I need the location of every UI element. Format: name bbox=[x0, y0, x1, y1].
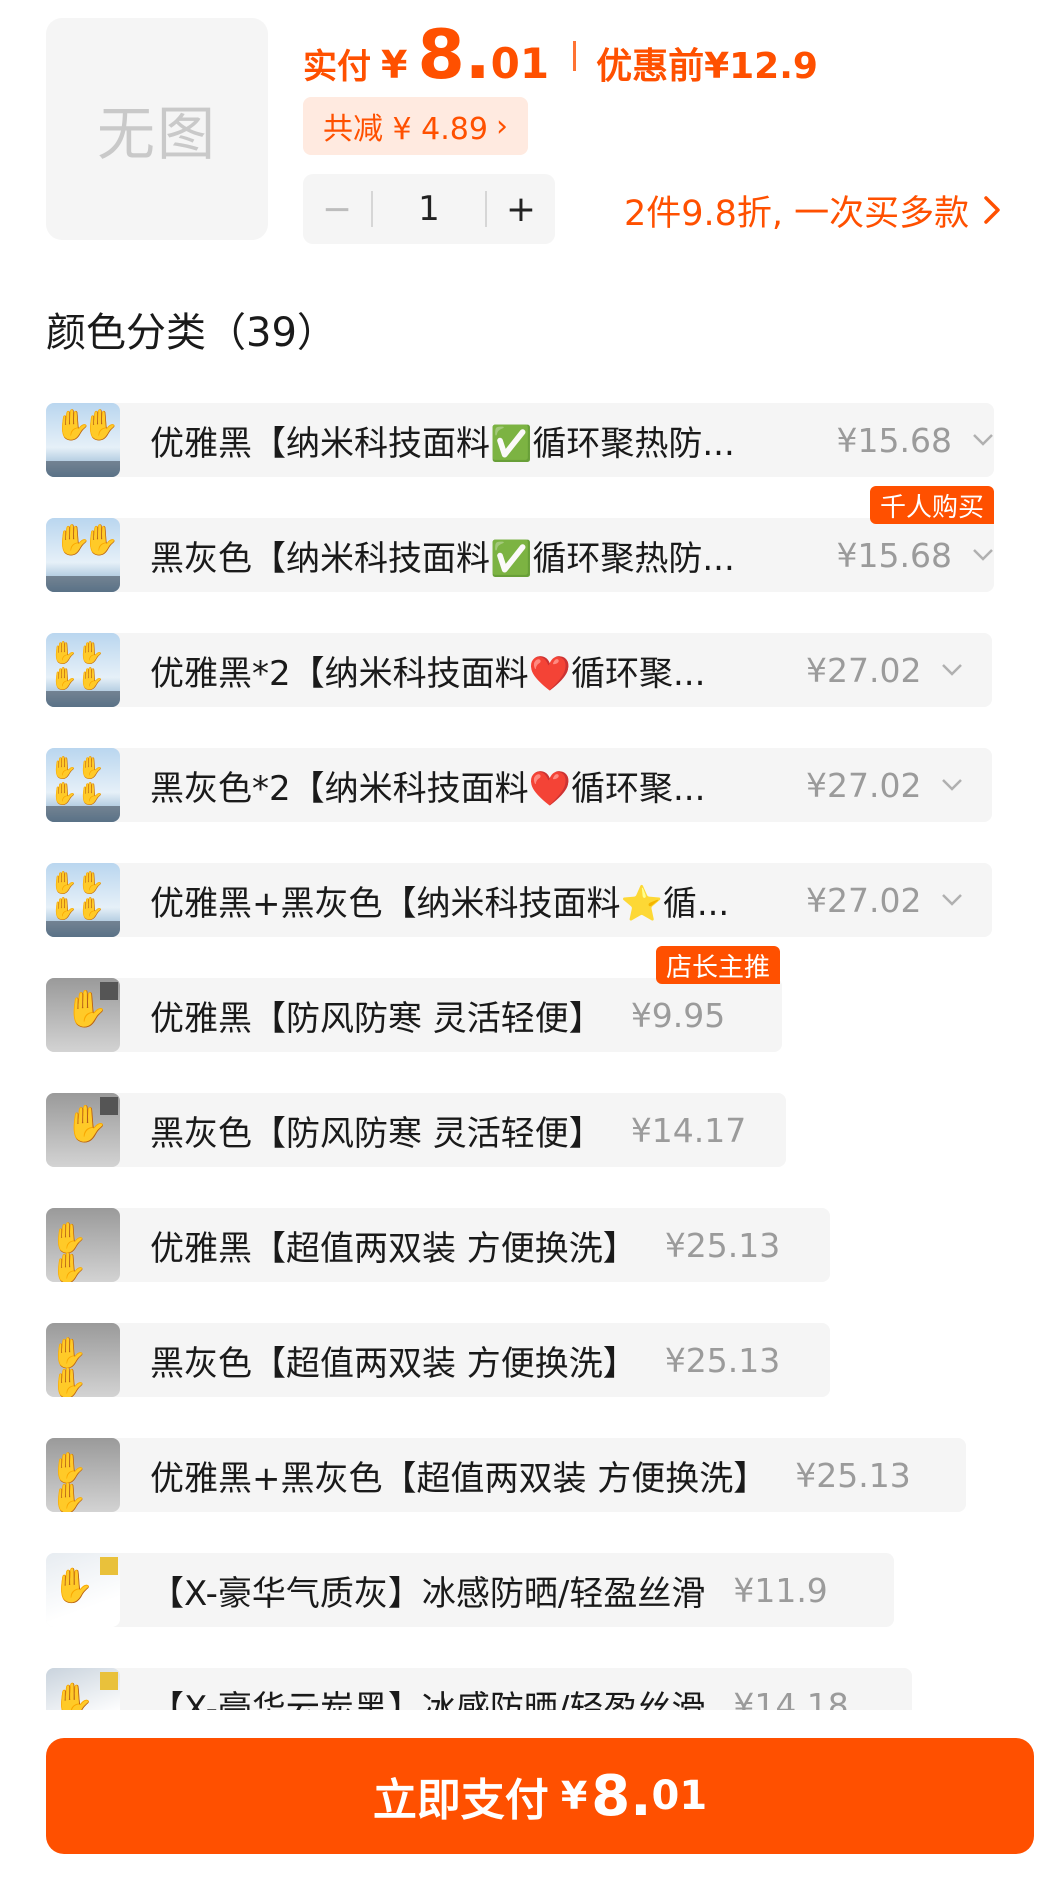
currency-symbol: ¥ bbox=[560, 1774, 588, 1818]
sku-label: 优雅黑+黑灰色【超值两双装 方便换洗】 bbox=[150, 1458, 768, 1499]
sku-thumbnail: ✋ bbox=[46, 1668, 120, 1710]
sku-price: ¥25.13 bbox=[664, 1340, 781, 1380]
sku-thumbnail: ✋✋ bbox=[46, 403, 120, 477]
sku-option[interactable]: ✋ 黑灰色【防风防寒 灵活轻便】 ¥14.17 bbox=[46, 1093, 786, 1167]
pay-amount-decimal: 01 bbox=[651, 1773, 708, 1819]
sku-option-list[interactable]: ✋ ✋ 优雅黑【纳米科技面料✅循环聚热防... ¥15.68 千人购买 ✋ ✋ 黑灰… bbox=[0, 0, 1056, 1710]
sku-label: 优雅黑【纳米科技面料✅循环聚热防... bbox=[150, 423, 735, 464]
sku-label: 黑灰色【纳米科技面料✅循环聚热防... bbox=[150, 538, 735, 579]
sku-option[interactable]: ✋✋ ✋✋ 优雅黑+黑灰色【纳米科技面料⭐循... ¥27.02 bbox=[46, 863, 992, 937]
sku-price: ¥27.02 bbox=[806, 880, 922, 920]
popular-badge: 千人购买 bbox=[869, 486, 994, 524]
sku-option[interactable]: ✋ 【X-豪华云炭黑】冰感防晒/轻盈丝滑 ¥14.18 bbox=[46, 1668, 912, 1710]
sku-price: ¥15.68 bbox=[836, 535, 952, 575]
sku-price: ¥27.02 bbox=[806, 765, 922, 805]
pay-amount-integer: 8. bbox=[591, 1763, 652, 1829]
sku-label: 黑灰色【防风防寒 灵活轻便】 bbox=[150, 1113, 603, 1154]
sku-price: ¥25.13 bbox=[664, 1225, 781, 1265]
sku-option[interactable]: 店长主推 ✋ 优雅黑【防风防寒 灵活轻便】 ¥9.95 bbox=[46, 946, 782, 1052]
sku-option[interactable]: ✋✋ 优雅黑+黑灰色【超值两双装 方便换洗】 ¥25.13 bbox=[46, 1438, 966, 1512]
recommended-badge: 店长主推 bbox=[655, 946, 780, 984]
sku-price: ¥14.17 bbox=[630, 1110, 747, 1150]
sku-price: ¥25.13 bbox=[795, 1455, 911, 1495]
sku-price: ¥27.02 bbox=[806, 650, 922, 690]
pay-now-label: 立即支付 bbox=[372, 1775, 549, 1826]
sku-thumbnail: ✋✋ bbox=[46, 518, 120, 592]
sku-label: 【X-豪华云炭黑】冰感防晒/轻盈丝滑 bbox=[150, 1688, 706, 1711]
sku-label: 【X-豪华气质灰】冰感防晒/轻盈丝滑 bbox=[150, 1573, 706, 1614]
sku-thumbnail: ✋✋ bbox=[46, 1323, 120, 1397]
sku-option[interactable]: ✋ ✋ 优雅黑【纳米科技面料✅循环聚热防... ¥15.68 bbox=[46, 403, 994, 477]
sku-label: 优雅黑【超值两双装 方便换洗】 bbox=[150, 1228, 637, 1269]
sku-option[interactable]: ✋✋ ✋✋ 优雅黑*2【纳米科技面料❤️循环聚... ¥27.02 bbox=[46, 633, 992, 707]
sku-price: ¥11.9 bbox=[733, 1570, 828, 1610]
sku-label: 优雅黑+黑灰色【纳米科技面料⭐循... bbox=[150, 883, 730, 924]
sku-price: ¥9.95 bbox=[630, 995, 726, 1035]
sku-thumbnail: ✋ bbox=[46, 978, 120, 1052]
chevron-down-icon[interactable] bbox=[972, 548, 994, 562]
chevron-down-icon[interactable] bbox=[941, 663, 963, 677]
sku-option[interactable]: ✋✋ 黑灰色【超值两双装 方便换洗】 ¥25.13 bbox=[46, 1323, 830, 1397]
sku-label: 黑灰色*2【纳米科技面料❤️循环聚... bbox=[150, 768, 706, 809]
sku-thumbnail: ✋ bbox=[46, 1553, 120, 1627]
sku-label: 黑灰色【超值两双装 方便换洗】 bbox=[150, 1343, 637, 1384]
sku-option[interactable]: ✋✋ ✋✋ 黑灰色*2【纳米科技面料❤️循环聚... ¥27.02 bbox=[46, 748, 992, 822]
sku-thumbnail: ✋✋ bbox=[46, 1438, 120, 1512]
sku-thumbnail: ✋✋ ✋✋ bbox=[46, 748, 120, 822]
sku-option[interactable]: ✋✋ 优雅黑【超值两双装 方便换洗】 ¥25.13 bbox=[46, 1208, 830, 1282]
sku-price: ¥15.68 bbox=[836, 420, 952, 460]
chevron-down-icon[interactable] bbox=[972, 433, 994, 447]
sku-price: ¥14.18 bbox=[733, 1685, 849, 1711]
sku-label: 优雅黑*2【纳米科技面料❤️循环聚... bbox=[150, 653, 706, 694]
sku-thumbnail: ✋✋ bbox=[46, 1208, 120, 1282]
sku-label: 优雅黑【防风防寒 灵活轻便】 bbox=[150, 998, 603, 1039]
chevron-down-icon[interactable] bbox=[941, 778, 963, 792]
sku-option[interactable]: 千人购买 ✋ ✋ 黑灰色【纳米科技面料✅循环聚热防... ¥15.68 bbox=[46, 486, 994, 592]
chevron-down-icon[interactable] bbox=[941, 893, 963, 907]
pay-now-button[interactable]: 立即支付 ¥ 8. 01 bbox=[46, 1738, 1034, 1854]
sku-thumbnail: ✋✋ ✋✋ bbox=[46, 633, 120, 707]
sku-option[interactable]: ✋ 【X-豪华气质灰】冰感防晒/轻盈丝滑 ¥11.9 bbox=[46, 1553, 894, 1627]
sku-thumbnail: ✋✋ ✋✋ bbox=[46, 863, 120, 937]
sku-thumbnail: ✋ bbox=[46, 1093, 120, 1167]
